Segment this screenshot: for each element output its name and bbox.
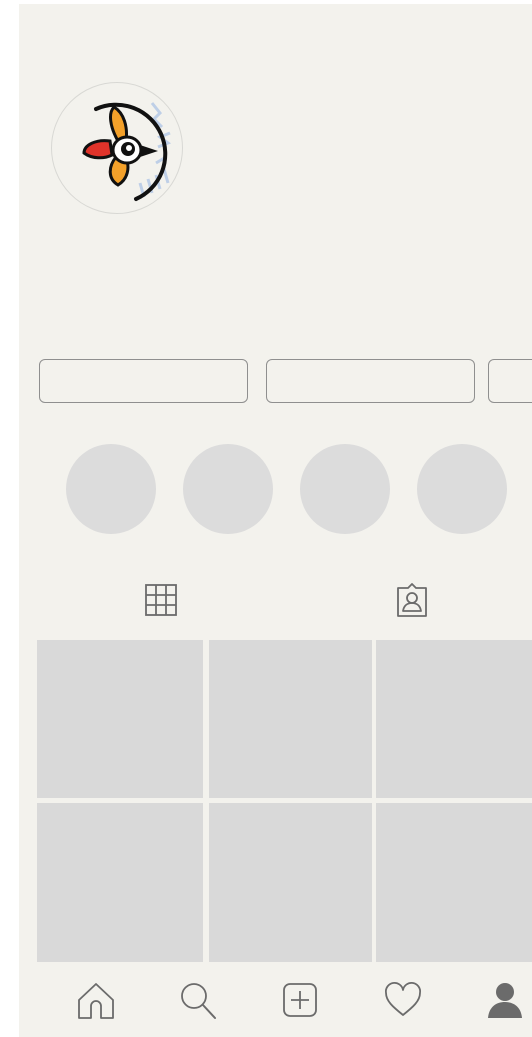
post-thumbnail[interactable] (37, 640, 203, 798)
heart-icon (385, 982, 421, 1016)
bottom-nav (19, 962, 532, 1037)
post-thumbnail[interactable] (209, 803, 372, 968)
add-post-icon (283, 983, 317, 1017)
post-thumbnail[interactable] (376, 640, 532, 798)
story-highlight[interactable] (66, 444, 156, 534)
tab-tagged[interactable] (394, 582, 430, 618)
action-button-1[interactable] (39, 359, 248, 403)
post-thumbnail[interactable] (376, 803, 532, 968)
story-highlight[interactable] (183, 444, 273, 534)
profile-avatar[interactable] (51, 82, 183, 214)
profile-screen (19, 4, 532, 1037)
home-icon (78, 983, 114, 1019)
profile-icon (488, 983, 522, 1018)
posts-grid (37, 640, 532, 980)
search-icon (181, 983, 216, 1019)
grid-icon (145, 584, 177, 616)
story-highlight[interactable] (417, 444, 507, 534)
story-highlight[interactable] (300, 444, 390, 534)
nav-profile[interactable] (485, 980, 525, 1020)
nav-add-post[interactable] (280, 980, 320, 1020)
action-button-2[interactable] (266, 359, 475, 403)
tagged-person-icon (397, 583, 427, 617)
nav-search[interactable] (178, 980, 218, 1020)
post-thumbnail[interactable] (37, 803, 203, 968)
post-thumbnail[interactable] (209, 640, 372, 798)
nav-home[interactable] (76, 980, 116, 1020)
bird-logo-icon (82, 102, 172, 201)
action-button-3[interactable] (488, 359, 532, 403)
tab-posts-grid[interactable] (143, 582, 179, 618)
nav-activity[interactable] (383, 980, 423, 1020)
